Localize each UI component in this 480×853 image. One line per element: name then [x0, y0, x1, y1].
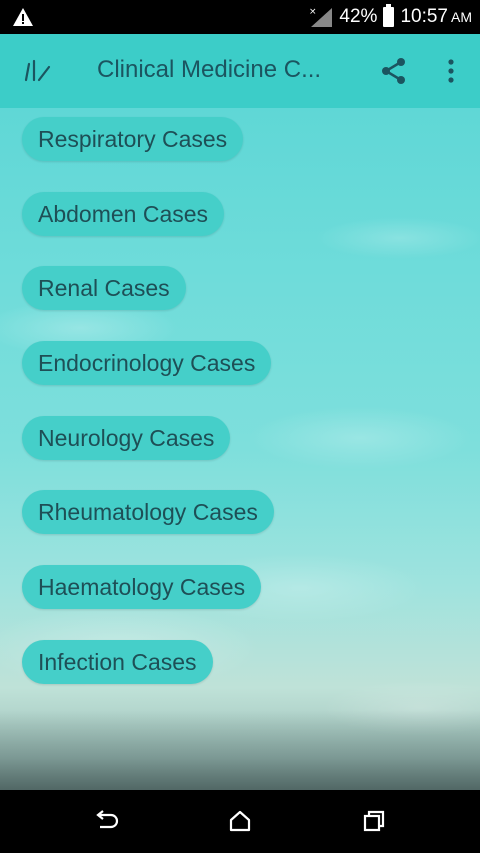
warning-icon — [13, 8, 33, 26]
respiratory-cases-button[interactable]: Respiratory Cases — [22, 117, 244, 161]
signal-icon: × — [309, 7, 333, 27]
battery-percent: 42% — [339, 6, 378, 27]
overflow-menu-icon[interactable] — [446, 58, 456, 84]
recent-apps-icon[interactable] — [362, 809, 386, 833]
case-list: Respiratory Cases Abdomen Cases Renal Ca… — [0, 108, 480, 790]
app-title: Clinical Medicine C... — [97, 56, 322, 83]
endocrinology-cases-button[interactable]: Endocrinology Cases — [22, 341, 272, 385]
svg-text:×: × — [309, 7, 317, 17]
back-icon[interactable] — [94, 809, 120, 833]
abdomen-cases-button[interactable]: Abdomen Cases — [22, 192, 225, 236]
haematology-cases-button[interactable]: Haematology Cases — [22, 565, 262, 609]
rheumatology-cases-button[interactable]: Rheumatology Cases — [22, 490, 274, 534]
navigation-bar — [0, 790, 480, 853]
share-icon[interactable] — [380, 57, 408, 85]
renal-cases-button[interactable]: Renal Cases — [22, 266, 186, 310]
neurology-cases-button[interactable]: Neurology Cases — [22, 416, 231, 460]
home-icon[interactable] — [228, 809, 252, 833]
battery-icon — [383, 4, 395, 27]
status-bar: × 42% 10:57 AM — [0, 0, 480, 34]
infection-cases-button[interactable]: Infection Cases — [22, 640, 213, 684]
clock: 10:57 — [400, 6, 448, 27]
app-logo-icon[interactable] — [23, 58, 53, 84]
clock-ampm: AM — [451, 9, 472, 25]
app-bar: Clinical Medicine C... — [0, 34, 480, 108]
